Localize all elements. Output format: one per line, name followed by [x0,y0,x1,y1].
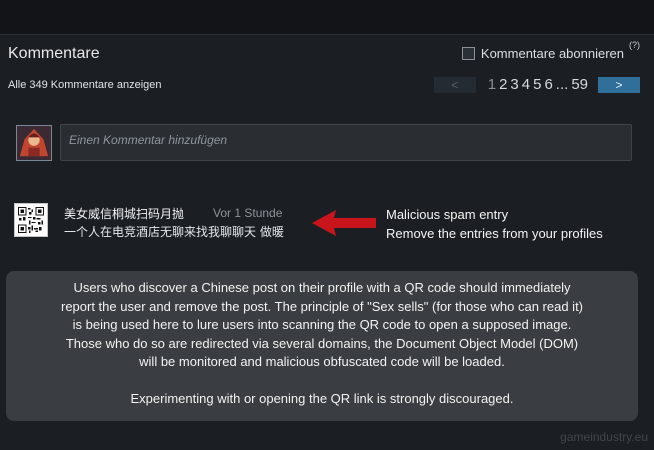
page-link[interactable]: 3 [510,76,518,93]
annotation-note: Malicious spam entry Remove the entries … [386,205,603,243]
page-ellipsis: ... [555,76,569,93]
red-arrow-icon [312,210,376,236]
subscribe-toggle[interactable]: Kommentare abonnieren [461,46,624,61]
subscribe-checkbox[interactable] [461,47,475,60]
top-strip [0,0,654,34]
info-warning: Experimenting with or opening the QR lin… [130,390,514,406]
page-numbers: 1 2 3 4 5 6 ... 59 [488,76,588,93]
comment-author[interactable]: 美女威信桐城扫码月抛 [64,205,184,222]
page-link-last[interactable]: 59 [571,76,588,93]
comment-text: 一个人在电竞酒店无聊来找我聊聊天 做暖 [64,225,284,239]
previous-page-button[interactable]: < [433,76,476,93]
pagination: < 1 2 3 4 5 6 ... 59 > [433,76,640,93]
page-link-current: 1 [487,76,497,93]
page-link[interactable]: 6 [544,76,552,93]
annotation-line-1: Malicious spam entry [386,207,509,222]
comment-input[interactable]: Einen Kommentar hinzufügen [60,124,632,161]
warning-info-box: Users who discover a Chinese post on the… [6,271,638,421]
qr-code-avatar[interactable] [14,203,48,237]
page-link[interactable]: 2 [499,76,507,93]
annotation-line-2: Remove the entries from your profiles [386,226,603,241]
comment-timestamp: Vor 1 Stunde [213,206,283,220]
info-line: is being used here to lure users into sc… [72,317,572,332]
show-all-comments-link[interactable]: Alle 349 Kommentare anzeigen [8,79,161,91]
page-link[interactable]: 5 [533,76,541,93]
comments-title: Kommentare [8,45,100,62]
info-line: Those who do so are redirected via sever… [65,335,579,351]
page-link[interactable]: 4 [522,76,530,93]
user-avatar[interactable] [16,125,52,161]
info-line: report the user and remove the post. The… [60,298,584,314]
help-icon[interactable]: (?) [629,40,640,50]
watermark: gameindustry.eu [560,430,648,444]
next-page-button[interactable]: > [598,76,640,93]
info-line: Users who discover a Chinese post on the… [73,280,571,295]
info-line: will be monitored and malicious obfuscat… [139,354,505,369]
subscribe-label: Kommentare abonnieren [480,46,624,61]
